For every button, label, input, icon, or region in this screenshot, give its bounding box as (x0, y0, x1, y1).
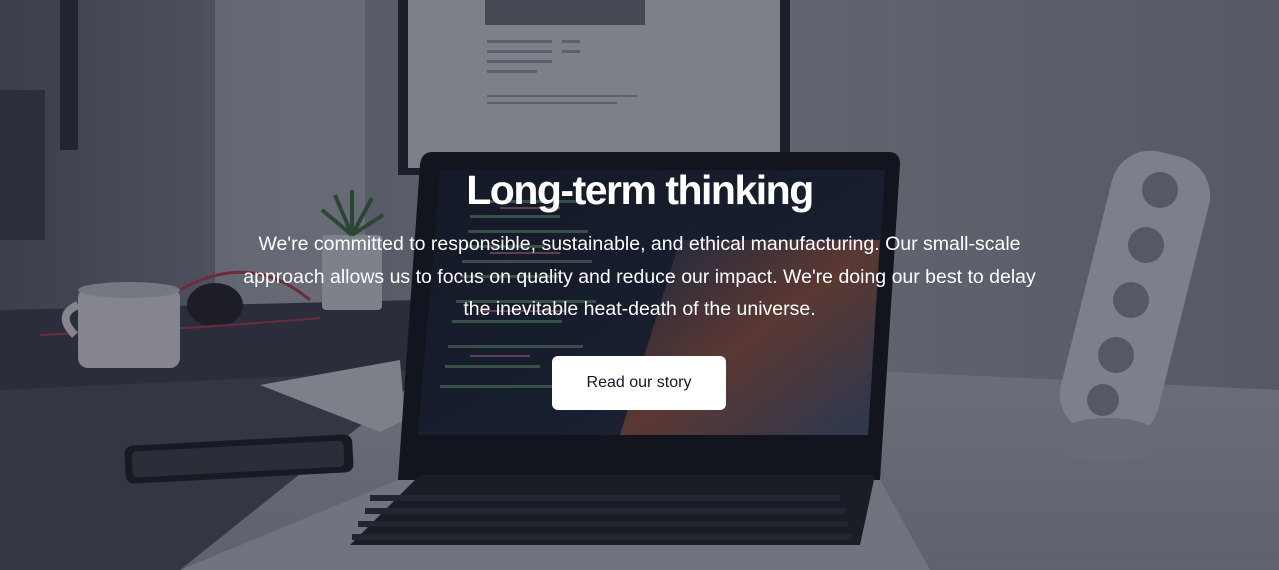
hero-description: We're committed to responsible, sustaina… (243, 233, 1036, 320)
read-our-story-button[interactable]: Read our story (552, 356, 726, 410)
hero-title: Long-term thinking (466, 167, 814, 213)
hero-content: Long-term thinking We're committed to re… (0, 0, 1279, 570)
hero-section: Long-term thinking We're committed to re… (0, 0, 1279, 570)
